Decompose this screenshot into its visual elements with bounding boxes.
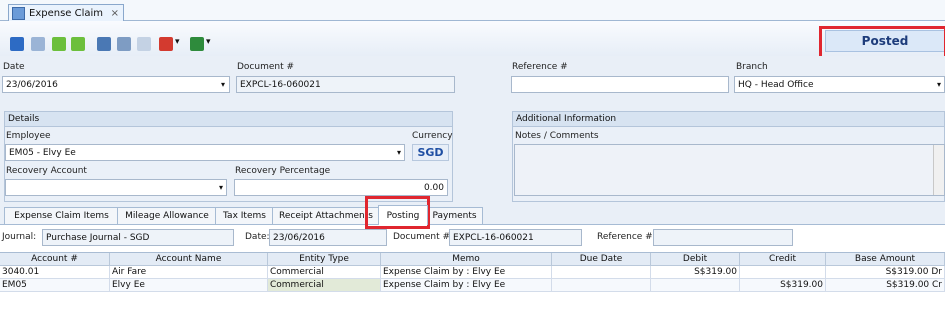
chevron-down-icon[interactable]: ▾ (219, 183, 223, 192)
col-header-due-date[interactable]: Due Date (552, 253, 651, 266)
cell-credit: S$319.00 (740, 279, 826, 292)
currency-value: SGD (412, 144, 449, 161)
tab-payments[interactable]: Payments (426, 207, 483, 224)
details-panel-header: Details (4, 111, 453, 127)
cell-account-number: 3040.01 (0, 266, 110, 279)
copy-icon[interactable] (137, 37, 151, 51)
posting-grid: Account # Account Name Entity Type Memo … (0, 252, 945, 327)
reference-field[interactable] (511, 76, 729, 93)
notes-textarea[interactable] (514, 144, 945, 196)
grid-icon[interactable] (31, 37, 45, 51)
posting-reference-label: Reference #: (597, 232, 656, 242)
cell-account-name: Air Fare (110, 266, 268, 279)
cell-due-date (552, 279, 651, 292)
details-title: Details (8, 114, 40, 124)
col-header-account-number[interactable]: Account # (0, 253, 110, 266)
posting-reference-field[interactable] (653, 229, 793, 246)
col-header-debit[interactable]: Debit (651, 253, 740, 266)
notes-label: Notes / Comments (515, 131, 599, 141)
tab-expense-claim-items[interactable]: Expense Claim Items (4, 207, 119, 224)
expense-claim-tab[interactable]: Expense Claim × (8, 4, 124, 21)
date-field[interactable]: 23/06/2016 ▾ (2, 76, 230, 93)
document-tab-strip: Expense Claim × (0, 0, 945, 21)
posting-date-label: Date: (245, 232, 270, 242)
tab-label: Receipt Attachments (279, 211, 373, 221)
col-header-credit[interactable]: Credit (740, 253, 826, 266)
chevron-down-icon[interactable]: ▾ (221, 80, 225, 89)
cell-base-amount: S$319.00 Cr (826, 279, 945, 292)
posting-document-label: Document #: (393, 232, 454, 242)
employee-field[interactable]: EM05 - Elvy Ee ▾ (5, 144, 405, 161)
cell-memo: Expense Claim by : Elvy Ee (381, 266, 552, 279)
recovery-account-field[interactable]: ▾ (5, 179, 227, 196)
tab-posting[interactable]: Posting (378, 205, 428, 225)
notes-scrollbar[interactable] (933, 145, 944, 195)
help-icon[interactable] (10, 37, 24, 51)
chevron-down-icon[interactable]: ▾ (937, 80, 941, 89)
recovery-percentage-field[interactable]: 0.00 (234, 179, 448, 196)
cell-credit (740, 266, 826, 279)
print-icon[interactable] (159, 37, 173, 51)
cell-debit: S$319.00 (651, 266, 740, 279)
cell-debit (651, 279, 740, 292)
branch-field[interactable]: HQ - Head Office ▾ (734, 76, 945, 93)
posting-date-value: 23/06/2016 (273, 232, 325, 243)
date-label: Date (3, 62, 25, 72)
cell-due-date (552, 266, 651, 279)
cell-account-number: EM05 (0, 279, 110, 292)
employee-label: Employee (6, 131, 51, 141)
date-value: 23/06/2016 (6, 79, 58, 90)
cell-entity-type: Commercial (268, 279, 381, 292)
currency-label: Currency (412, 131, 453, 141)
posting-document-value: EXPCL-16-060021 (453, 232, 534, 243)
document-icon (12, 6, 25, 20)
tab-label: Posting (386, 210, 420, 221)
branch-value: HQ - Head Office (738, 79, 814, 90)
tab-label: Payments (432, 211, 477, 221)
cell-base-amount: S$319.00 Dr (826, 266, 945, 279)
reference-label: Reference # (512, 62, 568, 72)
col-header-memo[interactable]: Memo (381, 253, 552, 266)
toolbar: ▾ ▾ (0, 21, 945, 56)
forward-icon[interactable] (71, 37, 85, 51)
branch-label: Branch (736, 62, 768, 72)
additional-panel-header: Additional Information (512, 111, 945, 127)
col-header-entity-type[interactable]: Entity Type (268, 253, 381, 266)
posting-document-field[interactable]: EXPCL-16-060021 (449, 229, 582, 246)
col-header-base-amount[interactable]: Base Amount (826, 253, 945, 266)
save-icon[interactable] (97, 37, 111, 51)
excel-icon[interactable] (190, 37, 204, 51)
chevron-down-icon[interactable]: ▾ (397, 148, 401, 157)
journal-field[interactable]: Purchase Journal - SGD (42, 229, 234, 246)
journal-value: Purchase Journal - SGD (46, 232, 150, 243)
recovery-percentage-label: Recovery Percentage (235, 166, 331, 176)
close-icon[interactable]: × (111, 8, 119, 19)
tab-label: Expense Claim Items (14, 211, 109, 221)
document-field[interactable]: EXPCL-16-060021 (236, 76, 455, 93)
tab-label: Mileage Allowance (125, 211, 209, 221)
posting-date-field[interactable]: 23/06/2016 (269, 229, 387, 246)
employee-value: EM05 - Elvy Ee (9, 147, 76, 158)
recovery-percentage-value: 0.00 (423, 182, 444, 193)
document-value: EXPCL-16-060021 (240, 79, 321, 90)
journal-label: Journal: (2, 232, 37, 242)
col-header-account-name[interactable]: Account Name (110, 253, 268, 266)
cell-account-name: Elvy Ee (110, 279, 268, 292)
cell-entity-type: Commercial (268, 266, 381, 279)
tab-receipt-attachments[interactable]: Receipt Attachments (272, 207, 380, 224)
chevron-down-icon[interactable]: ▾ (175, 37, 180, 47)
recovery-account-label: Recovery Account (6, 166, 87, 176)
back-icon[interactable] (52, 37, 66, 51)
detail-tabs: Expense Claim Items Mileage Allowance Ta… (4, 205, 945, 225)
document-label: Document # (237, 62, 295, 72)
tab-title: Expense Claim (29, 7, 104, 19)
tab-tax-items[interactable]: Tax Items (215, 207, 274, 224)
refresh-icon[interactable] (117, 37, 131, 51)
cell-memo: Expense Claim by : Elvy Ee (381, 279, 552, 292)
tab-mileage-allowance[interactable]: Mileage Allowance (117, 207, 217, 224)
additional-title: Additional Information (516, 114, 617, 124)
tab-label: Tax Items (223, 211, 266, 221)
chevron-down-icon[interactable]: ▾ (206, 37, 211, 47)
